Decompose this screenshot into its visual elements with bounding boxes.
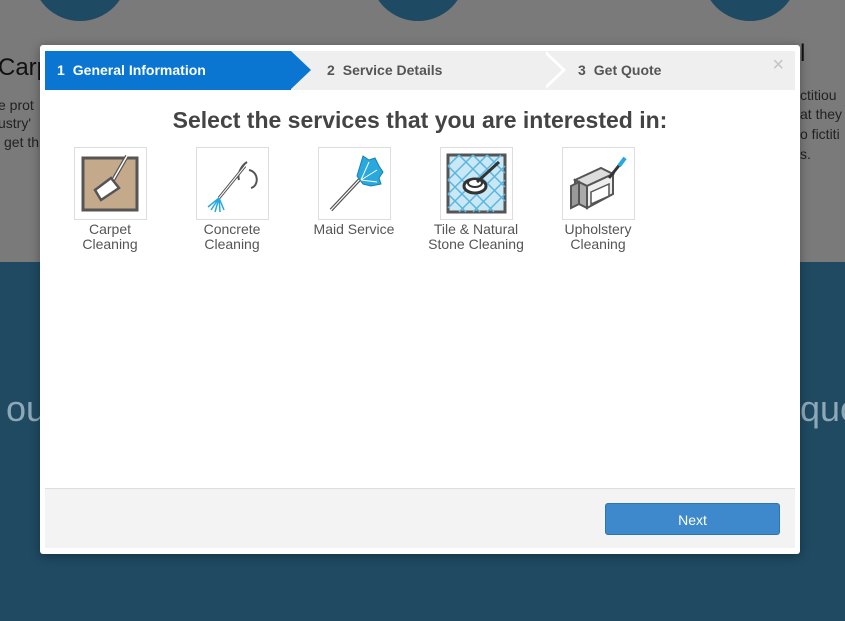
service-option-tile-natural-stone-cleaning[interactable]: Tile & Natural Stone Cleaning [428,147,524,252]
background-text-right-3: o fictiti [800,126,840,142]
quote-modal: 1 General Information 2 Service Details 3G… [40,45,800,554]
step-number: 3 [578,62,586,78]
service-tile[interactable] [73,147,147,220]
step-number: 1 [57,62,65,78]
step-service-details[interactable]: 2 Service Details [327,51,442,90]
page-title: Select the services that you are interes… [172,107,668,133]
service-option-upholstery-cleaning[interactable]: Upholstery Cleaning [550,147,646,252]
step-separator-inner [542,51,562,89]
service-option-carpet-cleaning[interactable]: Carpet Cleaning [62,147,158,252]
step-label: General Information [72,62,206,78]
service-option-maid-service[interactable]: Maid Service [306,147,402,237]
modal-footer: Next [45,488,795,548]
service-label: Carpet Cleaning [82,221,138,252]
service-label: Tile & Natural Stone Cleaning [428,221,524,252]
carpet-cleaning-icon [81,155,138,212]
pressure-washer-icon [207,161,258,213]
service-label: Maid Service [313,221,395,237]
step-get-quote[interactable]: 3 Get Quote [578,51,661,90]
step-label: Service Details [342,62,443,78]
service-label: Concrete Cleaning [203,221,261,252]
service-option-concrete-cleaning[interactable]: Concrete Cleaning [184,147,280,252]
service-tile[interactable] [317,147,391,220]
background-circle [32,0,128,21]
next-button[interactable]: Next [605,503,780,535]
feather-duster-icon [329,155,384,212]
background-text-right-4: s. [800,146,811,162]
service-tile[interactable] [439,147,513,220]
wizard-stepper: 1 General Information 2 Service Details 3G… [45,51,795,90]
service-tile[interactable] [195,147,269,220]
background-heading-right: l [800,40,806,67]
background-text-left-3: get th [4,134,40,150]
background-circle [702,0,798,21]
active-step-arrow [291,51,311,89]
background-big-text-right: quo [800,388,845,429]
step-number: 2 [327,62,335,78]
service-tile[interactable] [561,147,635,220]
service-label: Upholstery Cleaning [564,221,632,252]
step-label: Get Quote [593,62,662,78]
close-icon[interactable]: × [772,55,784,75]
tile-scrubber-icon [446,153,506,214]
step-general-information[interactable]: 1 General Information [45,51,291,90]
background-text-right-2: at they [800,106,843,122]
sofa-cleaning-icon [569,156,627,210]
background-circle [370,0,466,21]
